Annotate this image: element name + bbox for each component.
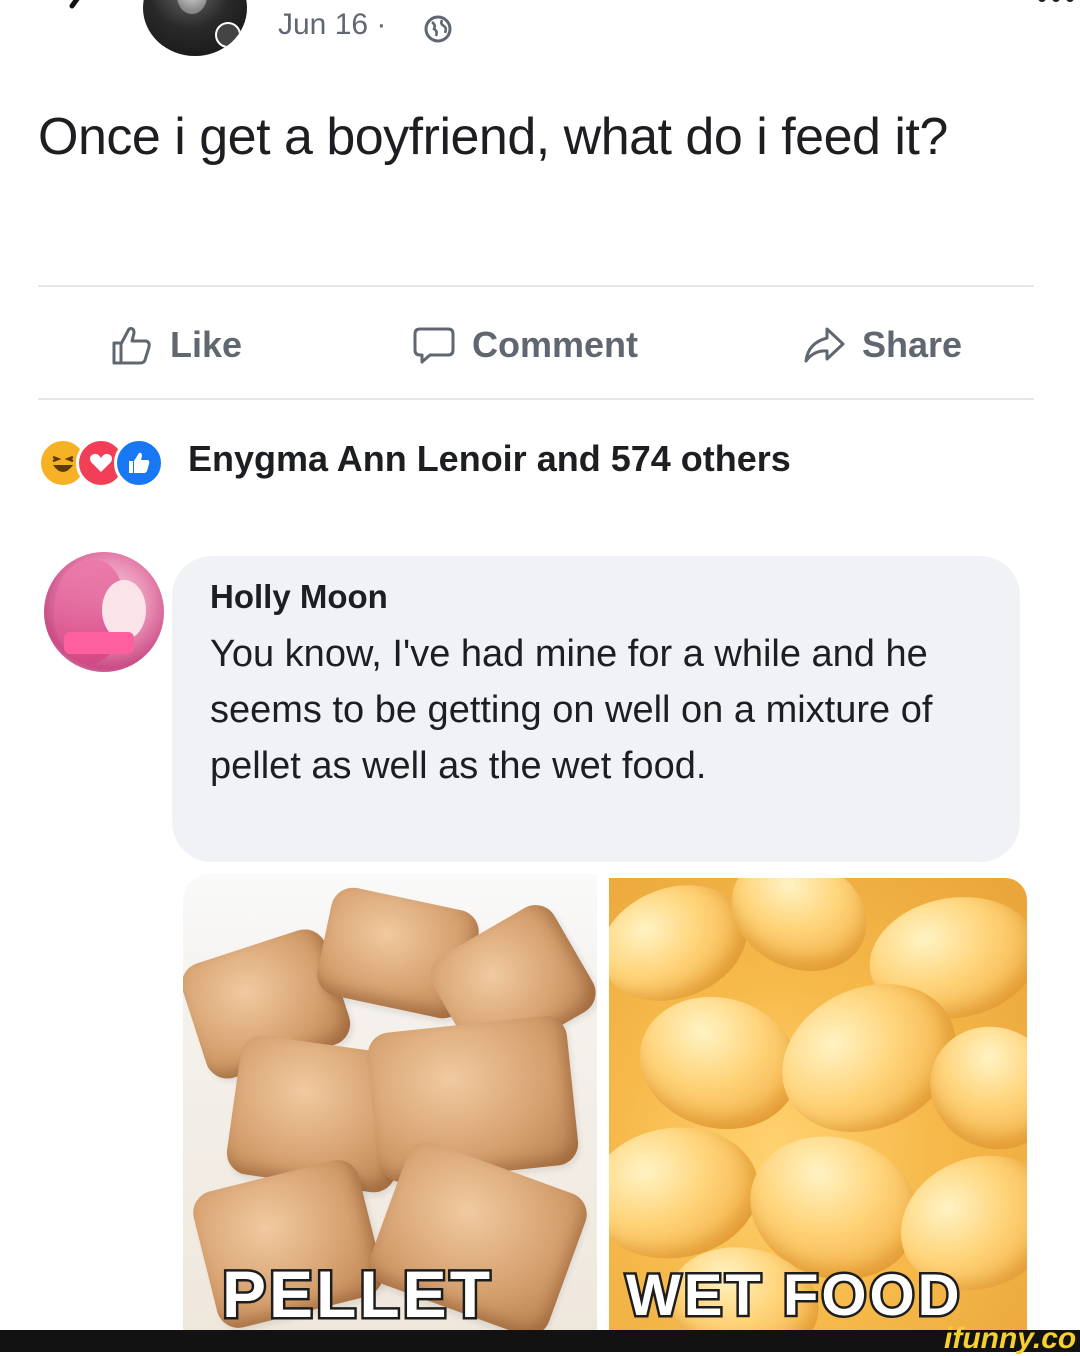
back-chevron-icon[interactable] — [58, 0, 98, 22]
poster-avatar[interactable] — [143, 0, 247, 56]
reaction-summary[interactable]: Enygma Ann Lenoir and 574 others — [188, 438, 791, 480]
globe-icon — [424, 15, 452, 43]
share-label: Share — [862, 324, 963, 365]
divider — [38, 285, 1034, 287]
share-button[interactable]: Share — [802, 320, 962, 370]
pellet-caption: PELLET — [219, 1255, 494, 1334]
thumbs-up-icon — [112, 327, 151, 365]
share-arrow-icon — [804, 327, 845, 363]
divider — [38, 398, 1034, 400]
footer-bar — [0, 1330, 1080, 1352]
like-button[interactable]: Like — [110, 320, 242, 370]
ifunny-watermark: ifunny.co — [944, 1322, 1077, 1355]
commenter-avatar[interactable] — [44, 552, 164, 672]
comment-button[interactable]: Comment — [412, 320, 638, 370]
comment-bubble-icon — [413, 327, 455, 364]
post-date: Jun 16 · — [278, 8, 387, 41]
comment-label: Comment — [472, 324, 639, 365]
commenter-name[interactable]: Holly Moon — [210, 578, 388, 616]
like-reaction-icon — [114, 438, 164, 488]
more-options-icon[interactable] — [1036, 0, 1080, 10]
wet-food-caption: WET FOOD — [624, 1261, 963, 1331]
comment-text: You know, I've had mine for a while and … — [210, 633, 933, 787]
like-label: Like — [170, 324, 243, 365]
post-text: Once i get a boyfriend, what do i feed i… — [38, 108, 948, 166]
reaction-icons[interactable] — [38, 438, 164, 488]
